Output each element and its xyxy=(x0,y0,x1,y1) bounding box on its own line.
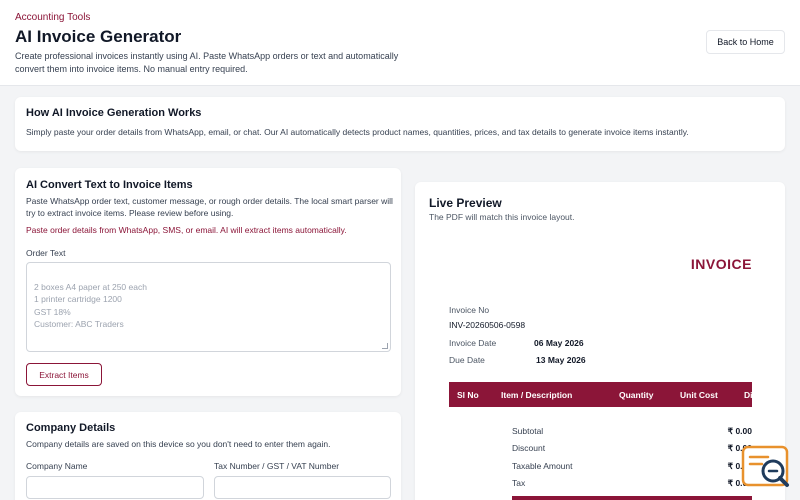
due-date-value: 13 May 2026 xyxy=(536,355,586,365)
column-quantity: Quantity xyxy=(619,390,654,400)
page-description: Create professional invoices instantly u… xyxy=(15,51,399,74)
tax-number-label: Tax Number / GST / VAT Number xyxy=(214,461,340,471)
items-table-header: Sl No Item / Description Quantity Unit C… xyxy=(449,382,752,407)
back-to-home-button[interactable]: Back to Home xyxy=(706,30,785,54)
live-preview-card: Live Preview The PDF will match this inv… xyxy=(415,182,785,500)
page-title: AI Invoice Generator xyxy=(15,27,182,46)
column-discount: Di xyxy=(744,390,752,400)
invoice-no-value: INV-20260506-0598 xyxy=(449,320,526,330)
chat-widget-graphic xyxy=(741,445,789,487)
column-sl-no: Sl No xyxy=(457,390,479,400)
subtotal-value: ₹ 0.00 xyxy=(727,426,752,436)
how-it-works-text: Simply paste your order details from Wha… xyxy=(26,127,689,137)
ai-convert-description: Paste WhatsApp order text, customer mess… xyxy=(26,196,393,218)
invoice-date-label: Invoice Date xyxy=(449,338,497,348)
ai-convert-card: AI Convert Text to Invoice Items Paste W… xyxy=(15,168,401,396)
page-header: Accounting Tools AI Invoice Generator Cr… xyxy=(0,0,800,86)
company-name-label: Company Name xyxy=(26,461,88,471)
live-preview-subtitle: The PDF will match this invoice layout. xyxy=(429,212,575,222)
ai-convert-title: AI Convert Text to Invoice Items xyxy=(26,179,193,191)
taxable-amount-label: Taxable Amount xyxy=(512,461,573,471)
company-name-input[interactable] xyxy=(26,476,204,499)
invoice-sheet: INVOICE Invoice No INV-20260506-0598 Inv… xyxy=(415,240,752,500)
breadcrumb[interactable]: Accounting Tools xyxy=(15,12,90,23)
due-date-label: Due Date xyxy=(449,355,485,365)
invoice-heading: INVOICE xyxy=(690,256,752,272)
order-text-label: Order Text xyxy=(26,248,66,258)
invoice-no-label: Invoice No xyxy=(449,305,490,315)
live-preview-title: Live Preview xyxy=(429,196,502,210)
column-unit-cost: Unit Cost xyxy=(680,390,718,400)
column-item-description: Item / Description xyxy=(501,390,573,400)
how-it-works-title: How AI Invoice Generation Works xyxy=(26,107,202,119)
company-details-description: Company details are saved on this device… xyxy=(26,439,331,449)
order-text-input[interactable]: 2 boxes A4 paper at 250 each 1 printer c… xyxy=(26,262,391,352)
ai-convert-hint: Paste order details from WhatsApp, SMS, … xyxy=(26,225,347,235)
extract-items-button[interactable]: Extract Items xyxy=(26,363,102,386)
total-bar xyxy=(512,496,752,500)
resize-handle-icon[interactable] xyxy=(382,343,388,349)
order-text-placeholder: 2 boxes A4 paper at 250 each 1 printer c… xyxy=(34,281,147,330)
invoice-date-value: 06 May 2026 xyxy=(534,338,584,348)
discount-label: Discount xyxy=(512,443,546,453)
chat-search-icon[interactable] xyxy=(740,444,792,496)
tax-label: Tax xyxy=(512,478,526,488)
company-details-title: Company Details xyxy=(26,422,116,434)
subtotal-label: Subtotal xyxy=(512,426,544,436)
tax-number-input[interactable] xyxy=(214,476,391,499)
how-it-works-card: How AI Invoice Generation Works Simply p… xyxy=(15,97,785,151)
company-details-card: Company Details Company details are save… xyxy=(15,412,401,500)
